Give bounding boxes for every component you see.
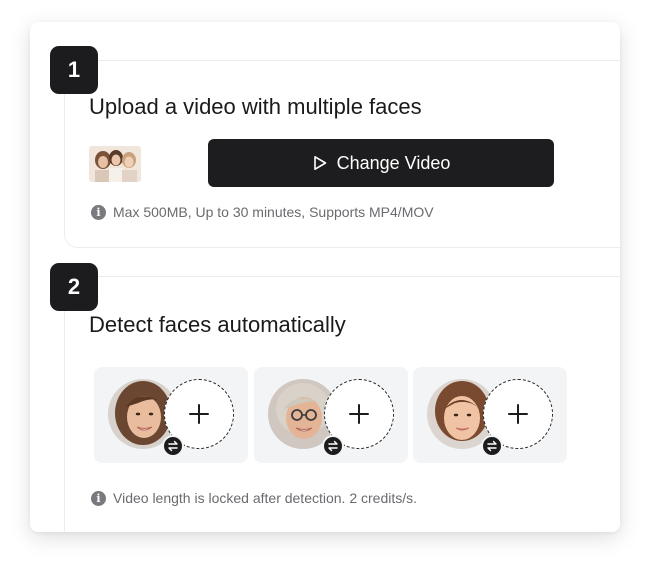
swap-icon[interactable]	[162, 435, 184, 457]
plus-icon	[349, 404, 369, 424]
play-icon	[313, 156, 326, 170]
detection-info: i Video length is locked after detection…	[91, 490, 417, 506]
step-1-title: Upload a video with multiple faces	[89, 94, 422, 119]
face-card	[254, 367, 408, 463]
upload-info-text: Max 500MB, Up to 30 minutes, Supports MP…	[113, 204, 434, 220]
plus-icon	[508, 404, 528, 424]
step-2-badge: 2	[50, 263, 98, 311]
upload-info: i Max 500MB, Up to 30 minutes, Supports …	[91, 204, 434, 220]
change-video-label: Change Video	[336, 152, 451, 173]
face-swap-panel: 1 Upload a video with multiple faces Cha…	[30, 22, 620, 532]
video-thumbnail[interactable]	[89, 146, 141, 182]
info-icon: i	[91, 490, 106, 506]
swap-icon[interactable]	[322, 435, 344, 457]
face-card	[413, 367, 567, 463]
info-icon: i	[91, 204, 106, 220]
face-card	[94, 367, 248, 463]
step-2-title: Detect faces automatically	[89, 312, 346, 337]
swap-icon[interactable]	[481, 435, 503, 457]
detection-info-text: Video length is locked after detection. …	[113, 490, 418, 506]
plus-icon	[189, 404, 209, 424]
change-video-button[interactable]: Change Video	[208, 139, 554, 187]
step-1-badge: 1	[50, 46, 98, 94]
